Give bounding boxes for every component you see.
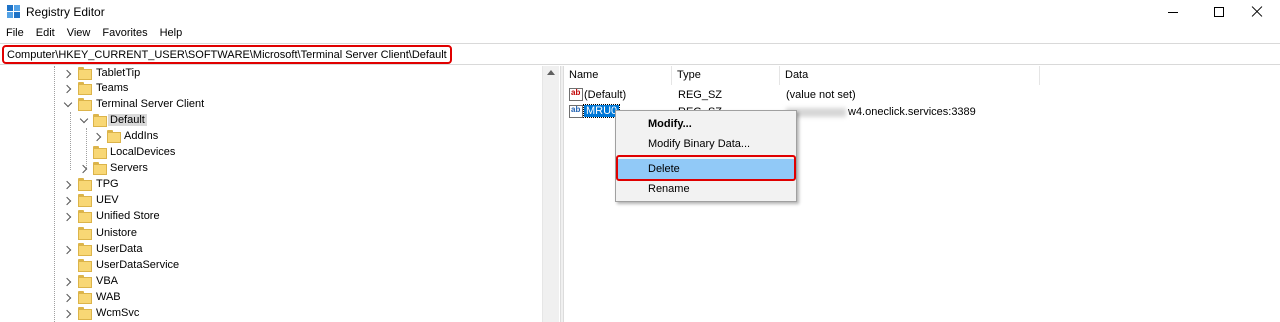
value-row[interactable]: ab (Default) REG_SZ (value not set) xyxy=(564,87,1280,103)
chevron-right-icon[interactable] xyxy=(78,164,88,174)
maximize-icon xyxy=(1214,7,1224,17)
value-data: (value not set) xyxy=(786,89,856,101)
scroll-up-icon[interactable] xyxy=(547,70,555,75)
tree-item-label: Terminal Server Client xyxy=(96,98,205,110)
menu-view[interactable]: View xyxy=(61,25,97,43)
folder-icon xyxy=(78,307,92,320)
address-bar: Computer\HKEY_CURRENT_USER\SOFTWARE\Micr… xyxy=(0,43,1280,65)
tree-item-label: Unistore xyxy=(96,227,137,239)
folder-icon xyxy=(78,227,92,240)
chevron-right-icon[interactable] xyxy=(62,293,72,303)
close-button[interactable] xyxy=(1234,0,1280,24)
folder-icon xyxy=(78,67,92,80)
menu-bar: File Edit View Favorites Help xyxy=(0,25,188,43)
tree-item-label: UserData xyxy=(96,243,143,255)
folder-icon xyxy=(78,98,92,111)
chevron-right-icon[interactable] xyxy=(62,245,72,255)
folder-icon xyxy=(78,210,92,223)
column-header-data[interactable]: Data xyxy=(780,66,1040,85)
tree-item-label: Default xyxy=(108,114,147,126)
value-data: w4.oneclick.services:3389 xyxy=(848,106,976,118)
menu-edit[interactable]: Edit xyxy=(30,25,61,43)
tree-item-label: LocalDevices xyxy=(110,146,176,158)
tree-item-label: WcmSvc xyxy=(96,307,140,319)
folder-icon xyxy=(78,275,92,288)
delete-highlight-box xyxy=(616,155,796,181)
minimize-icon xyxy=(1168,12,1178,13)
folder-icon xyxy=(78,82,92,95)
tree-item-label: Unified Store xyxy=(96,210,160,222)
chevron-right-icon[interactable] xyxy=(62,309,72,319)
folder-icon xyxy=(93,146,107,159)
folder-icon xyxy=(78,243,92,256)
chevron-right-icon[interactable] xyxy=(62,69,72,79)
tree-item-label: UEV xyxy=(96,194,119,206)
tree-item-label: Teams xyxy=(96,82,129,94)
context-menu-modify-binary[interactable]: Modify Binary Data... xyxy=(618,134,794,154)
string-value-icon: ab xyxy=(569,105,583,118)
address-input[interactable]: Computer\HKEY_CURRENT_USER\SOFTWARE\Micr… xyxy=(2,45,452,64)
folder-icon xyxy=(107,130,121,143)
tree-item-label: TPG xyxy=(96,178,119,190)
registry-icon xyxy=(7,5,20,18)
menu-help[interactable]: Help xyxy=(154,25,189,43)
chevron-right-icon[interactable] xyxy=(62,196,72,206)
chevron-right-icon[interactable] xyxy=(62,84,72,94)
folder-icon xyxy=(78,178,92,191)
tree-item-label: Servers xyxy=(110,162,148,174)
context-menu-rename[interactable]: Rename xyxy=(618,179,794,199)
tree-item-label: WAB xyxy=(96,291,121,303)
value-type: REG_SZ xyxy=(678,89,723,101)
tree-item-label: AddIns xyxy=(124,130,159,142)
column-header-type[interactable]: Type xyxy=(672,66,780,85)
chevron-right-icon[interactable] xyxy=(92,132,102,142)
tree-item-label: UserDataService xyxy=(96,259,180,271)
context-menu-modify[interactable]: Modify... xyxy=(618,114,794,134)
key-tree-pane: TabletTip Teams Terminal Server Client D… xyxy=(0,66,560,322)
menu-favorites[interactable]: Favorites xyxy=(96,25,153,43)
window-title: Registry Editor xyxy=(26,5,105,19)
chevron-right-icon[interactable] xyxy=(62,180,72,190)
folder-icon xyxy=(93,114,107,127)
folder-icon xyxy=(93,162,107,175)
tree-item-label: TabletTip xyxy=(96,67,141,79)
title-bar: Registry Editor xyxy=(0,0,1280,24)
folder-icon xyxy=(78,291,92,304)
value-name: MRU0 xyxy=(582,104,621,118)
column-header-name[interactable]: Name xyxy=(564,66,672,85)
chevron-right-icon[interactable] xyxy=(62,212,72,222)
value-name: (Default) xyxy=(584,89,627,101)
menu-file[interactable]: File xyxy=(0,25,30,43)
chevron-down-icon[interactable] xyxy=(63,98,73,109)
value-data-cell: w4.oneclick.services:3389 xyxy=(786,106,976,118)
folder-icon xyxy=(78,259,92,272)
tree-item-label: VBA xyxy=(96,275,119,287)
minimize-button[interactable] xyxy=(1150,0,1196,24)
chevron-right-icon[interactable] xyxy=(62,277,72,287)
folder-icon xyxy=(78,194,92,207)
chevron-down-icon[interactable] xyxy=(79,114,89,125)
string-value-icon: ab xyxy=(569,88,583,101)
tree-scrollbar[interactable] xyxy=(542,66,559,322)
